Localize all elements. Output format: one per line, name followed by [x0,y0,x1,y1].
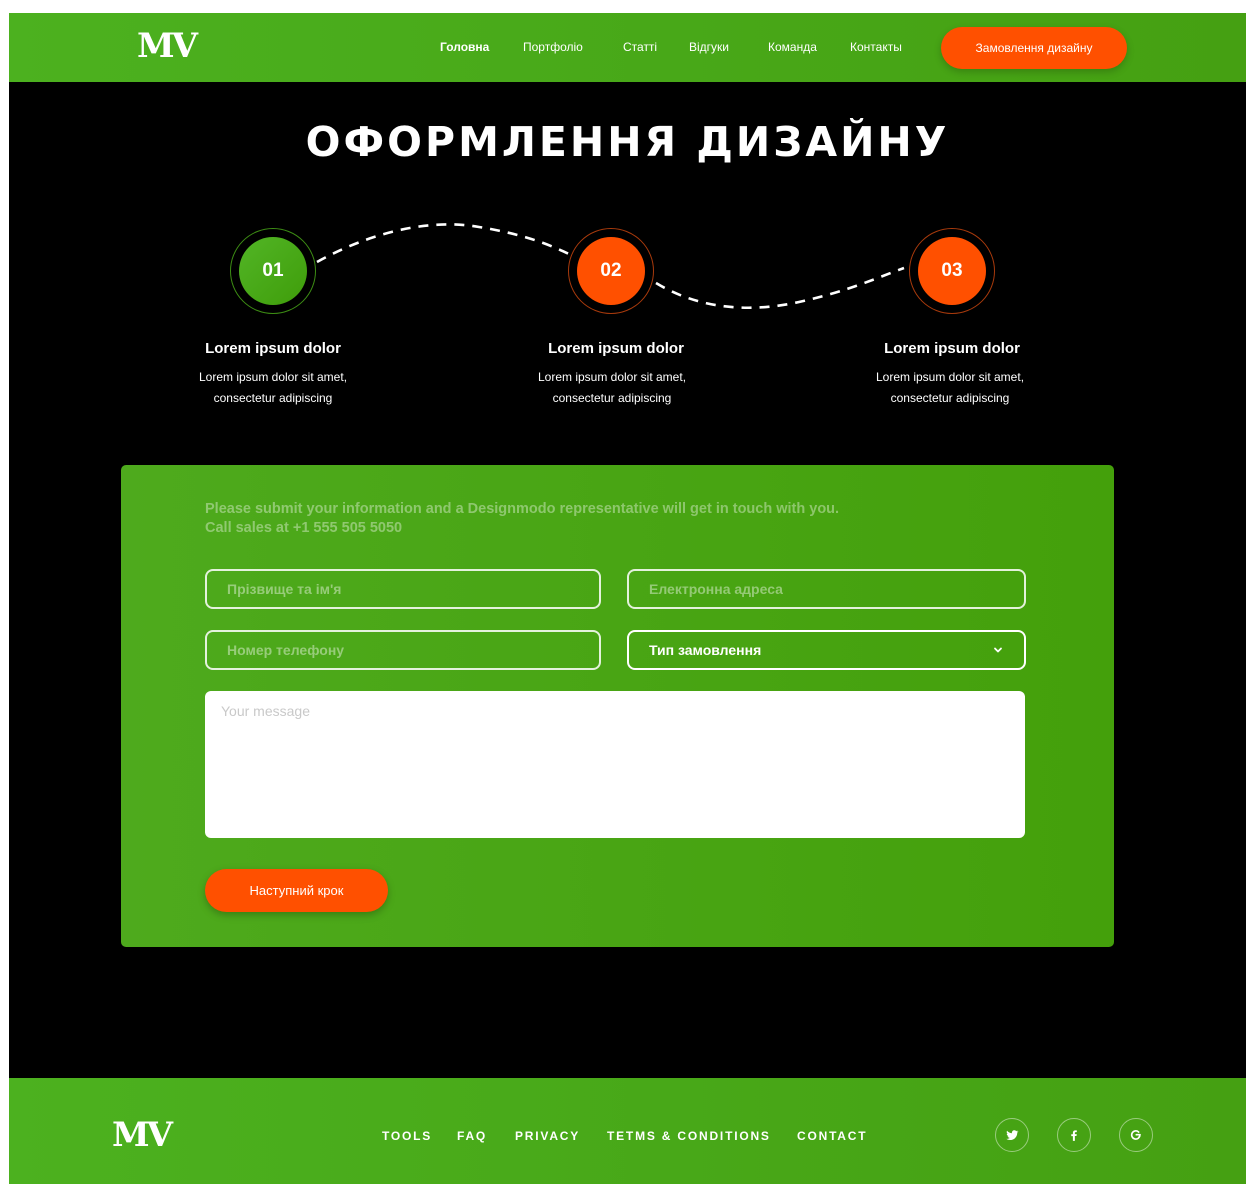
twitter-glyph [1006,1130,1019,1141]
name-input[interactable]: Прізвище та ім'я [205,569,601,609]
message-textarea[interactable]: Your message [205,691,1025,838]
phone-input-placeholder: Номер телефону [227,642,345,658]
step-2-desc-line2: consectetur adipiscing [552,391,672,405]
email-input[interactable]: Електронна адреса [627,569,1026,609]
step-1-description: Lorem ipsum dolor sit amet, consectetur … [143,367,403,409]
step-2-badge: 02 [568,228,654,314]
step-3-title: Lorem ipsum dolor [884,340,1020,357]
footer-link-privacy[interactable]: PRIVACY [515,1129,580,1143]
google-glyph [1130,1130,1141,1140]
footer-link-terms[interactable]: TETMS & CONDITIONS [607,1129,771,1143]
step-3-badge: 03 [909,228,995,314]
step-2-number: 02 [600,260,622,281]
email-input-placeholder: Електронна адреса [649,581,783,597]
facebook-icon[interactable] [1057,1118,1091,1152]
footer-logo[interactable]: MV [112,1118,173,1152]
step-1-number: 01 [262,260,284,281]
step-1-desc-line1: Lorem ipsum dolor sit amet, [198,370,348,384]
name-input-placeholder: Прізвище та ім'я [227,581,342,597]
google-icon[interactable] [1119,1118,1153,1152]
order-type-value: Тип замовлення [649,642,762,658]
footer-link-contact[interactable]: CONTACT [797,1129,867,1143]
step-2-description: Lorem ipsum dolor sit amet, consectetur … [482,367,742,409]
step-2-title: Lorem ipsum dolor [548,340,684,357]
step-3-number: 03 [941,260,963,281]
twitter-icon[interactable] [995,1118,1029,1152]
order-type-select[interactable]: Тип замовлення [627,630,1026,670]
form-intro-line1: Please submit your information and a Des… [205,501,840,517]
step-3-desc-line1: Lorem ipsum dolor sit amet, [875,370,1025,384]
chevron-down-icon [994,647,1002,653]
form-intro: Please submit your information and a Des… [205,500,1025,538]
step-3-description: Lorem ipsum dolor sit amet, consectetur … [820,367,1080,409]
step-1-title: Lorem ipsum dolor [205,340,341,357]
step-2-desc-line1: Lorem ipsum dolor sit amet, [537,370,687,384]
page-frame: MV Головна Портфоліо Статті Відгуки Кома… [9,13,1246,1184]
step-1-badge: 01 [230,228,316,314]
phone-input[interactable]: Номер телефону [205,630,601,670]
message-placeholder: Your message [221,703,310,719]
site-footer: MV TOOLS FAQ PRIVACY TETMS & CONDITIONS … [9,1078,1246,1184]
step-1-desc-line2: consectetur adipiscing [213,391,333,405]
form-intro-line2: Call sales at +1 555 505 5050 [205,520,403,536]
step-3-desc-line2: consectetur adipiscing [890,391,1010,405]
facebook-glyph [1071,1130,1077,1141]
next-step-button[interactable]: Наступний крок [205,869,388,912]
order-form-card: Please submit your information and a Des… [121,465,1114,947]
footer-link-faq[interactable]: FAQ [457,1129,487,1143]
footer-link-tools[interactable]: TOOLS [382,1129,432,1143]
